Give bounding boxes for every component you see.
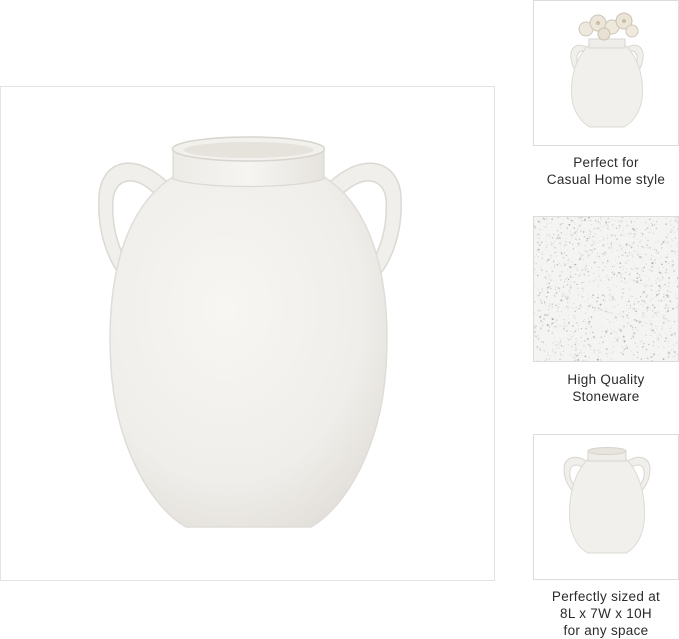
caption-line: Casual Home style (533, 171, 679, 188)
vase-with-flowers-icon (534, 1, 679, 146)
vase-icon (534, 435, 679, 580)
caption-line: for any space (533, 622, 679, 639)
caption-line: Perfect for (533, 154, 679, 171)
caption-size: Perfectly sized at 8L x 7W x 10H for any… (533, 588, 679, 639)
caption-stoneware: High Quality Stoneware (533, 371, 679, 405)
caption-line: Stoneware (533, 388, 679, 405)
main-product-image[interactable] (0, 86, 495, 581)
thumbnail-casual-home[interactable] (533, 0, 679, 146)
caption-casual-home: Perfect for Casual Home style (533, 154, 679, 188)
thumbnail-stoneware-texture[interactable] (533, 216, 679, 362)
thumbnail-size[interactable] (533, 434, 679, 580)
caption-line: Perfectly sized at (533, 588, 679, 605)
caption-line: 8L x 7W x 10H (533, 605, 679, 622)
vase-icon (1, 87, 496, 582)
stone-texture-icon (534, 217, 679, 362)
caption-line: High Quality (533, 371, 679, 388)
